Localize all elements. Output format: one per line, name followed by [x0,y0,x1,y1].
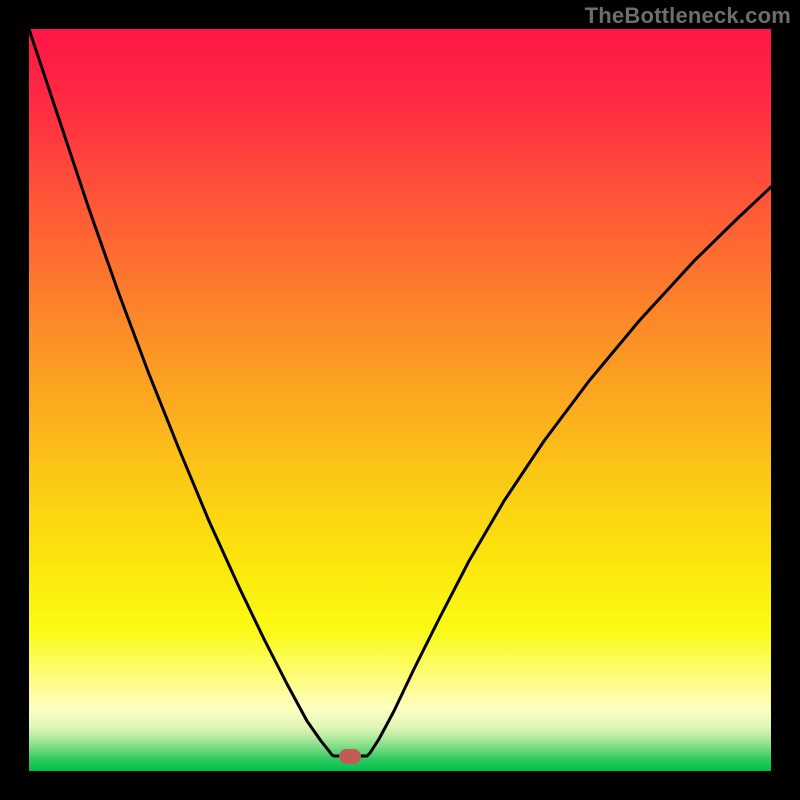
chart-frame [29,29,771,771]
watermark-text: TheBottleneck.com [585,3,791,29]
optimal-marker [339,749,361,764]
bottleneck-curve [29,29,771,771]
